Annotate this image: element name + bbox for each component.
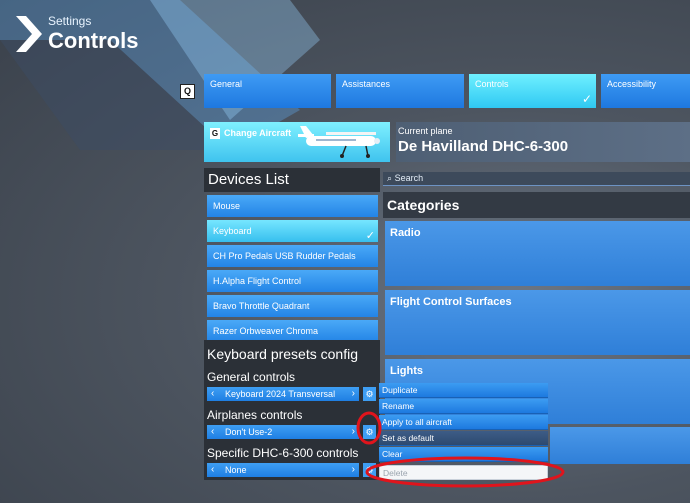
- arrow-left-icon[interactable]: ‹: [211, 464, 214, 475]
- gear-icon[interactable]: ⚙: [363, 463, 376, 477]
- search-input[interactable]: ⌕ Search: [383, 172, 690, 186]
- device-label: Bravo Throttle Quadrant: [213, 301, 310, 311]
- arrow-left-icon[interactable]: ‹: [211, 426, 214, 437]
- device-label: CH Pro Pedals USB Rudder Pedals: [213, 251, 356, 261]
- airplanes-controls-selector[interactable]: ‹ Don't Use-2 ›: [207, 425, 359, 439]
- specific-controls-selector[interactable]: ‹ None ›: [207, 463, 359, 477]
- checkmark-icon: ✓: [365, 230, 375, 242]
- search-placeholder: Search: [394, 173, 424, 183]
- tab-label: Assistances: [342, 79, 391, 89]
- selector-value: Keyboard 2024 Transversal: [225, 389, 336, 399]
- menu-item-delete[interactable]: Delete: [379, 465, 548, 480]
- aircraft-bar: G Change Aircraft Current plane De Havil…: [204, 122, 690, 162]
- device-keyboard[interactable]: Keyboard ✓: [207, 220, 378, 242]
- device-label: Razer Orbweaver Chroma: [213, 326, 319, 336]
- general-controls-label: General controls: [207, 370, 296, 384]
- selector-value: None: [225, 465, 247, 475]
- presets-title: Keyboard presets config: [207, 346, 358, 362]
- category-label: Flight Control Surfaces: [390, 296, 512, 308]
- tab-general[interactable]: General: [204, 74, 331, 108]
- current-plane-name: De Havilland DHC-6-300: [398, 138, 569, 155]
- device-label: Mouse: [213, 201, 241, 211]
- airplanes-controls-label: Airplanes controls: [207, 408, 303, 422]
- search-icon: ⌕: [387, 173, 393, 183]
- arrow-left-icon[interactable]: ‹: [211, 388, 214, 399]
- device-bravo-throttle[interactable]: Bravo Throttle Quadrant: [207, 295, 378, 317]
- page-header: Settings Controls: [14, 14, 174, 60]
- category-radio[interactable]: Radio: [385, 221, 690, 286]
- menu-item-duplicate[interactable]: Duplicate: [379, 383, 548, 398]
- menu-item-apply-all[interactable]: Apply to all aircraft: [379, 415, 548, 430]
- gear-icon[interactable]: ⚙: [363, 425, 376, 439]
- device-mouse[interactable]: Mouse: [207, 195, 378, 217]
- category-panel[interactable]: [550, 427, 690, 464]
- devices-list-title: Devices List: [204, 168, 380, 192]
- device-ch-pro-pedals[interactable]: CH Pro Pedals USB Rudder Pedals: [207, 245, 378, 267]
- aircraft-hotkey-badge: G: [210, 128, 220, 139]
- category-flight-control-surfaces[interactable]: Flight Control Surfaces: [385, 290, 690, 355]
- airplane-icon: [298, 126, 380, 158]
- device-halpha-flight-control[interactable]: H.Alpha Flight Control: [207, 270, 378, 292]
- checkmark-icon: ✓: [581, 92, 592, 106]
- change-aircraft-label: Change Aircraft: [224, 128, 292, 138]
- arrow-right-icon[interactable]: ›: [352, 464, 355, 475]
- current-plane-label: Current plane: [398, 126, 453, 136]
- gear-icon[interactable]: ⚙: [363, 387, 376, 401]
- tab-label: General: [210, 79, 243, 89]
- tab-hotkey-badge: Q: [180, 84, 195, 99]
- category-label: Radio: [390, 227, 421, 239]
- device-razer-orbweaver[interactable]: Razer Orbweaver Chroma: [207, 320, 378, 342]
- general-controls-selector[interactable]: ‹ Keyboard 2024 Transversal ›: [207, 387, 359, 401]
- device-label: Keyboard: [213, 226, 252, 236]
- arrow-right-icon[interactable]: ›: [352, 388, 355, 399]
- selector-value: Don't Use-2: [225, 427, 273, 437]
- menu-item-clear[interactable]: Clear: [379, 447, 548, 462]
- menu-item-rename[interactable]: Rename: [379, 399, 548, 414]
- device-label: H.Alpha Flight Control: [213, 276, 302, 286]
- tab-label: Accessibility: [607, 79, 657, 89]
- specific-controls-label: Specific DHC-6-300 controls: [207, 446, 359, 460]
- tab-controls[interactable]: Controls ✓: [469, 74, 596, 108]
- change-aircraft-button[interactable]: G Change Aircraft: [204, 122, 390, 162]
- menu-item-set-default[interactable]: Set as default: [379, 431, 548, 446]
- tab-assistances[interactable]: Assistances: [336, 74, 464, 108]
- chevron-right-icon: [16, 16, 42, 52]
- tab-accessibility[interactable]: Accessibility: [601, 74, 690, 108]
- categories-title: Categories: [383, 192, 690, 218]
- page-title: Controls: [48, 28, 139, 53]
- current-plane-info: Current plane De Havilland DHC-6-300: [396, 122, 690, 162]
- tab-label: Controls: [475, 79, 509, 89]
- breadcrumb-settings: Settings: [48, 14, 92, 28]
- arrow-right-icon[interactable]: ›: [352, 426, 355, 437]
- category-label: Lights: [390, 365, 423, 377]
